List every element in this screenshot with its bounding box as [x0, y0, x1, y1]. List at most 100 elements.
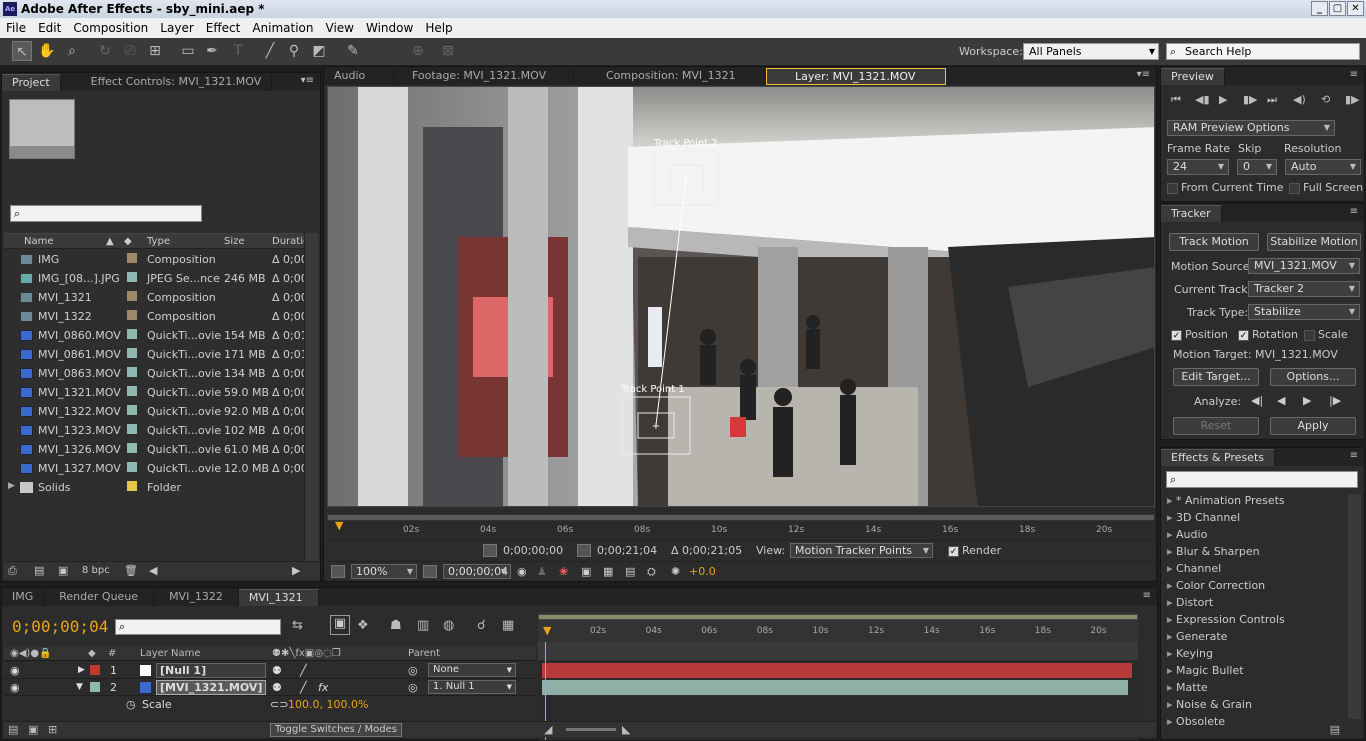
set-in-point-icon[interactable]	[483, 544, 497, 557]
rotation-checkbox[interactable]: ✓ Rotation	[1238, 328, 1298, 341]
next-frame-icon[interactable]: ▮▶	[1243, 93, 1258, 106]
tab-render-queue[interactable]: Render Queue	[44, 589, 155, 606]
layer-time-ruler[interactable]: ▼ 02s 04s 06s 08s 10s 12s 14s 16s 18s 20s	[327, 509, 1155, 539]
panel-menu-icon[interactable]: ▾≡	[301, 75, 314, 86]
item-label-color[interactable]	[127, 424, 137, 434]
menu-animation[interactable]: Animation	[246, 21, 319, 35]
timeline-current-time-indicator[interactable]: ▼	[543, 624, 551, 637]
menu-view[interactable]: View	[320, 21, 360, 35]
tab-timeline-img[interactable]: IMG	[2, 589, 45, 606]
effects-search-input[interactable]: ⌕	[1166, 471, 1358, 488]
layer-footage-view[interactable]: + + Track Point 2 Track Point 1	[327, 86, 1155, 507]
frame-blending-icon[interactable]: ▥	[417, 618, 429, 633]
comp-mini-flowchart-icon[interactable]: ⇆	[292, 618, 303, 633]
pick-whip-icon[interactable]: ◎	[408, 681, 418, 694]
project-item-row[interactable]: MVI_0861.MOV QuickTi...ovie 171 MB Δ 0;01	[4, 345, 308, 364]
frame-rate-select[interactable]: 24	[1167, 159, 1229, 175]
rotate-tool-icon[interactable]: ↻	[95, 41, 115, 61]
project-item-row[interactable]: MVI_1326.MOV QuickTi...ovie 61.0 MB Δ 0;00	[4, 440, 308, 459]
panel-menu-icon[interactable]: ≡	[1143, 590, 1151, 601]
panel-menu-icon[interactable]: ≡	[1350, 69, 1358, 80]
project-item-row[interactable]: IMG_[08...].JPG JPEG Se...nce 246 MB Δ 0;00	[4, 269, 308, 288]
resolution-select[interactable]: Auto	[1285, 159, 1361, 175]
ram-preview-icon[interactable]: ▮▶	[1345, 93, 1360, 106]
effect-category-item[interactable]: Keying	[1167, 647, 1213, 660]
tab-effect-controls[interactable]: Effect Controls: MVI_1321.MOV	[61, 74, 273, 91]
tab-tracker[interactable]: Tracker	[1161, 205, 1222, 222]
effect-category-item[interactable]: Magic Bullet	[1167, 664, 1244, 677]
eraser-tool-icon[interactable]: ◩	[309, 41, 329, 61]
in-time[interactable]: 0;00;00;00	[503, 544, 563, 557]
tab-preview[interactable]: Preview	[1161, 68, 1225, 85]
project-item-row[interactable]: IMG Composition Δ 0;00	[4, 250, 308, 269]
expand-transfer-controls-icon[interactable]: ▣	[28, 723, 38, 736]
effect-category-item[interactable]: Audio	[1167, 528, 1207, 541]
scale-property-row[interactable]: ◷ Scale ⊂⊃ 100.0, 100.0%	[4, 696, 536, 713]
menu-layer[interactable]: Layer	[154, 21, 199, 35]
constrain-proportions-icon[interactable]: ⊂⊃	[270, 698, 288, 711]
analyze-forward-icon[interactable]: ▶	[1303, 394, 1311, 407]
exposure-value[interactable]: +0.0	[689, 565, 716, 578]
timeline-search-input[interactable]: ⌕	[115, 619, 281, 635]
effect-category-item[interactable]: Blur & Sharpen	[1167, 545, 1260, 558]
expand-arrow-icon[interactable]: ▶	[8, 481, 15, 491]
parent-select[interactable]: None	[428, 663, 516, 677]
edit-target-button[interactable]: Edit Target...	[1173, 368, 1259, 386]
col-name[interactable]: Name	[24, 236, 54, 247]
type-tool-icon[interactable]: T	[228, 41, 248, 61]
layer-name[interactable]: [MVI_1321.MOV]	[156, 680, 266, 695]
new-composition-icon[interactable]: ▣	[58, 564, 68, 577]
panel-menu-icon[interactable]: ▾≡	[1137, 69, 1150, 80]
mvi-layer-duration-bar[interactable]	[542, 680, 1128, 695]
item-label-color[interactable]	[127, 253, 137, 263]
zoom-tool-icon[interactable]: ⌕	[62, 41, 82, 61]
scale-property-value[interactable]: 100.0, 100.0%	[288, 698, 368, 711]
effect-category-item[interactable]: Noise & Grain	[1167, 698, 1252, 711]
local-axis-icon[interactable]: ⊕	[408, 41, 428, 61]
zoom-in-icon[interactable]: ◣	[622, 723, 630, 736]
options-button[interactable]: Options...	[1270, 368, 1356, 386]
mute-audio-icon[interactable]: ◀)	[1293, 93, 1306, 106]
puppet-pin-tool-icon[interactable]: ✎	[343, 41, 363, 61]
safe-zones-icon[interactable]	[423, 565, 437, 578]
apply-button[interactable]: Apply	[1270, 417, 1356, 435]
full-screen-checkbox[interactable]: Full Screen	[1289, 181, 1363, 194]
tab-footage[interactable]: Footage: MVI_1321.MOV	[394, 68, 574, 85]
track-type-select[interactable]: Stabilize	[1248, 304, 1360, 320]
loop-icon[interactable]: ⟲	[1321, 93, 1330, 106]
skip-select[interactable]: 0	[1237, 159, 1277, 175]
item-label-color[interactable]	[127, 462, 137, 472]
from-current-time-checkbox[interactable]: From Current Time	[1167, 181, 1283, 194]
layer-label-color[interactable]	[90, 665, 100, 675]
interpret-footage-icon[interactable]: ⎙	[8, 564, 17, 578]
effect-switch-icon[interactable]: fx	[318, 681, 328, 694]
clone-stamp-tool-icon[interactable]: ⚲	[284, 41, 304, 61]
current-time-indicator[interactable]: ▼	[335, 519, 343, 532]
brainstorm-icon[interactable]: ☌	[477, 618, 486, 633]
quality-switch-icon[interactable]: ╱	[300, 681, 307, 694]
project-item-row[interactable]: MVI_1321 Composition Δ 0;00	[4, 288, 308, 307]
zoom-slider[interactable]	[566, 728, 616, 731]
quality-switch-icon[interactable]: ╱	[300, 664, 307, 677]
parent-select[interactable]: 1. Null 1	[428, 680, 516, 694]
timeline-current-time[interactable]: 0;00;00;04	[12, 617, 108, 636]
tab-effects-presets[interactable]: Effects & Presets	[1161, 449, 1275, 466]
collapse-arrow-icon[interactable]: ▼	[76, 682, 83, 692]
col-layer-name[interactable]: Layer Name	[140, 648, 201, 659]
toggle-switches-modes-button[interactable]: Toggle Switches / Modes	[270, 723, 402, 737]
grid-icon[interactable]: ▤	[625, 565, 635, 578]
sort-arrow-icon[interactable]: ▲	[106, 236, 114, 247]
effect-category-item[interactable]: Generate	[1167, 630, 1227, 643]
shy-switch-icon[interactable]: ⚉	[272, 664, 282, 677]
tab-timeline-mvi-1322[interactable]: MVI_1322	[154, 589, 239, 606]
pick-whip-icon[interactable]: ◎	[408, 664, 418, 677]
out-time[interactable]: 0;00;21;04	[597, 544, 657, 557]
scroll-right-icon[interactable]: ▶	[292, 564, 300, 577]
item-label-color[interactable]	[127, 367, 137, 377]
delete-icon[interactable]: 🗑	[124, 564, 138, 577]
bit-depth-label[interactable]: 8 bpc	[82, 565, 110, 576]
layer-row-null[interactable]: ◉ ▶ 1 [Null 1] ⚉ ╱ ◎ None	[4, 662, 536, 679]
project-scrollbar[interactable]	[304, 233, 318, 561]
shy-switch-icon[interactable]: ⚉	[272, 681, 282, 694]
motion-source-select[interactable]: MVI_1321.MOV	[1248, 258, 1360, 274]
